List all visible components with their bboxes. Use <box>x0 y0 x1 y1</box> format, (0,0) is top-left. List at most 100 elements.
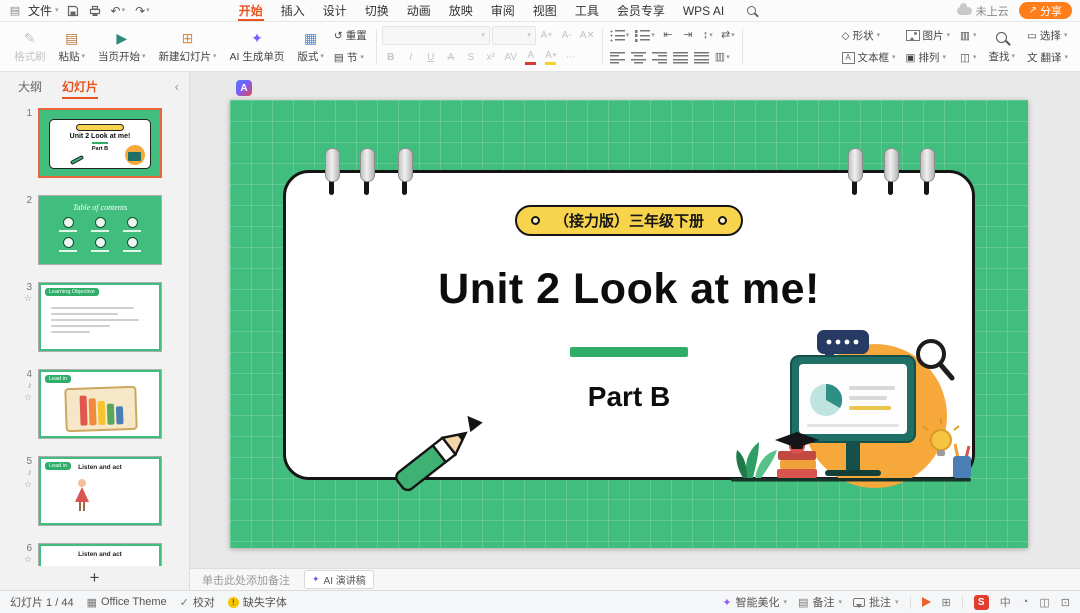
proofing-button[interactable]: ✓ 校对 <box>180 594 215 610</box>
format-painter-label: 格式刷 <box>14 49 46 64</box>
translate-button[interactable]: 文翻译▾ <box>1023 48 1072 67</box>
chart-button[interactable]: ▥▾ <box>956 26 980 45</box>
thumbnail-preview: Lead inListen and act <box>39 457 161 525</box>
slide-thumbnail-6[interactable]: Listen and act <box>38 543 162 566</box>
editor-column: A （接力版）三年级下册 Unit 2 Look at me <box>190 72 1080 590</box>
wps-assistant-button[interactable]: S <box>974 595 989 610</box>
paste-icon: ▤ <box>65 30 78 46</box>
timer-button[interactable]: ◔ <box>1022 596 1029 608</box>
numbering-button[interactable]: ▾ <box>633 26 657 45</box>
highlight-color-button[interactable]: A▾ <box>542 48 560 67</box>
justify-button[interactable] <box>671 48 690 67</box>
ai-speech-button[interactable]: ✦ AI 演讲稿 <box>304 570 374 589</box>
line-spacing-button[interactable]: ↕▾ <box>699 26 717 45</box>
increase-font-size-button[interactable]: A+ <box>538 26 556 45</box>
font-family-select[interactable]: ▾ <box>382 26 490 45</box>
line-spacing-icon: ↕▾ <box>703 30 713 41</box>
normal-view-button[interactable]: ⊞ <box>942 596 951 609</box>
font-size-select[interactable]: ▾ <box>492 26 536 45</box>
align-right-button[interactable] <box>650 48 669 67</box>
text-shadow-button[interactable]: S <box>462 48 480 67</box>
format-painter-button[interactable]: ✎格式刷 <box>8 24 52 69</box>
columns-button[interactable]: ▥▾ <box>713 48 732 67</box>
undo-button[interactable]: ↶▾ <box>109 4 128 18</box>
wps-ai-assistant-icon[interactable]: A <box>236 80 252 96</box>
missing-font-button[interactable]: ! 缺失字体 <box>228 594 287 610</box>
text-direction-button[interactable]: ⇄▾ <box>719 26 737 45</box>
decrease-font-size-button[interactable]: A- <box>558 26 576 45</box>
add-slide-button[interactable]: + <box>0 566 189 590</box>
language-button[interactable]: 中 <box>1000 594 1011 610</box>
cloud-sync-status[interactable]: 未上云 <box>957 3 1009 19</box>
tab-slides[interactable]: 幻灯片 <box>54 74 106 99</box>
strikethrough-button[interactable]: A <box>442 48 460 67</box>
select-button[interactable]: ▭选择▾ <box>1023 26 1072 45</box>
menu-tab-home[interactable]: 开始 <box>230 0 272 21</box>
menu-tab-vip[interactable]: 会员专享 <box>608 0 674 21</box>
search-button[interactable] <box>743 6 760 15</box>
slide-thumbnail-2[interactable]: Table of contents <box>38 195 162 265</box>
slide-thumbnail-1[interactable]: Unit 2 Look at me!Part B <box>38 108 162 178</box>
collapse-panel-icon[interactable]: ‹ <box>175 79 179 94</box>
bold-button[interactable]: B <box>382 48 400 67</box>
clear-format-button[interactable]: A✕ <box>578 26 597 45</box>
decrease-indent-button[interactable]: ⇤ <box>659 26 677 45</box>
smart-beautify-button[interactable]: ✦ 智能美化 ▾ <box>722 594 787 610</box>
slide-thumbnail-5[interactable]: Lead inListen and act <box>38 456 162 526</box>
presenter-view-button[interactable]: ⊡ <box>1061 596 1070 609</box>
file-menu-button[interactable]: 文件 ▾ <box>28 2 59 19</box>
reset-button[interactable]: ↺重置 <box>330 26 371 45</box>
section-button[interactable]: ▤节▾ <box>330 48 371 67</box>
align-objects-button[interactable]: ◫▾ <box>956 48 980 67</box>
slideshow-play-button[interactable] <box>922 597 931 607</box>
distribute-text-button[interactable] <box>692 48 711 67</box>
menu-tab-tools[interactable]: 工具 <box>566 0 608 21</box>
menu-tab-wps-ai[interactable]: WPS AI <box>674 0 733 21</box>
arrange-button[interactable]: ▣排列▾ <box>902 48 955 67</box>
save-button[interactable] <box>65 5 81 17</box>
superscript-button[interactable]: x² <box>482 48 500 67</box>
slide-editor[interactable]: （接力版）三年级下册 Unit 2 Look at me! Part B <box>230 100 1028 548</box>
align-center-button[interactable] <box>629 48 648 67</box>
layout-button[interactable]: ▦版式▾ <box>291 24 330 69</box>
more-font-options-button[interactable]: ⋯ <box>562 48 580 67</box>
underline-button[interactable]: U <box>422 48 440 67</box>
comments-button[interactable]: 批注 ▾ <box>853 594 899 610</box>
tab-outline[interactable]: 大纲 <box>10 74 50 99</box>
align-left-button[interactable] <box>608 48 627 67</box>
edition-badge[interactable]: （接力版）三年级下册 <box>515 205 743 236</box>
shapes-button[interactable]: ◇形状▾ <box>838 26 900 45</box>
menu-tab-design[interactable]: 设计 <box>314 0 356 21</box>
share-button[interactable]: ↗ 分享 <box>1019 2 1072 19</box>
find-button[interactable]: 查找▾ <box>982 24 1021 69</box>
bullets-button[interactable]: ▾ <box>608 26 632 45</box>
menu-tab-review[interactable]: 审阅 <box>482 0 524 21</box>
new-slide-button[interactable]: ⊞新建幻灯片▾ <box>153 24 223 69</box>
notes-placeholder[interactable]: 单击此处添加备注 <box>202 572 290 588</box>
menu-tab-animation[interactable]: 动画 <box>398 0 440 21</box>
picture-button[interactable]: 图片▾ <box>902 26 955 45</box>
notes-toggle-button[interactable]: ▤ 备注 ▾ <box>798 594 842 610</box>
character-spacing-button[interactable]: AV <box>502 48 520 67</box>
redo-button[interactable]: ↷▾ <box>133 4 152 18</box>
grid-view-button[interactable]: ◫ <box>1039 596 1049 609</box>
slide-thumbnail-3[interactable]: Learning Objective <box>38 282 162 352</box>
slide-title[interactable]: Unit 2 Look at me! <box>286 265 972 314</box>
menu-tab-view[interactable]: 视图 <box>524 0 566 21</box>
print-button[interactable] <box>87 5 103 17</box>
menu-tab-transition[interactable]: 切换 <box>356 0 398 21</box>
theme-button[interactable]: ▦ Office Theme <box>87 596 167 609</box>
menu-tab-insert[interactable]: 插入 <box>272 0 314 21</box>
slide-thumbnail-4[interactable]: Lead in <box>38 369 162 439</box>
ai-generate-page-button[interactable]: ✦AI 生成单页 <box>224 24 291 69</box>
text-box-button[interactable]: A文本框▾ <box>838 48 900 67</box>
notes-bar: 单击此处添加备注 ✦ AI 演讲稿 <box>190 568 1080 590</box>
play-from-current-button[interactable]: ▶当页开始▾ <box>92 24 152 69</box>
increase-indent-button[interactable]: ⇥ <box>679 26 697 45</box>
italic-button[interactable]: I <box>402 48 420 67</box>
menu-tab-slideshow[interactable]: 放映 <box>440 0 482 21</box>
font-color-button[interactable]: A <box>522 48 540 67</box>
mini-pencil-icon <box>70 155 84 165</box>
paste-button[interactable]: ▤粘贴▾ <box>53 24 92 69</box>
comment-bubble-icon <box>853 598 865 607</box>
